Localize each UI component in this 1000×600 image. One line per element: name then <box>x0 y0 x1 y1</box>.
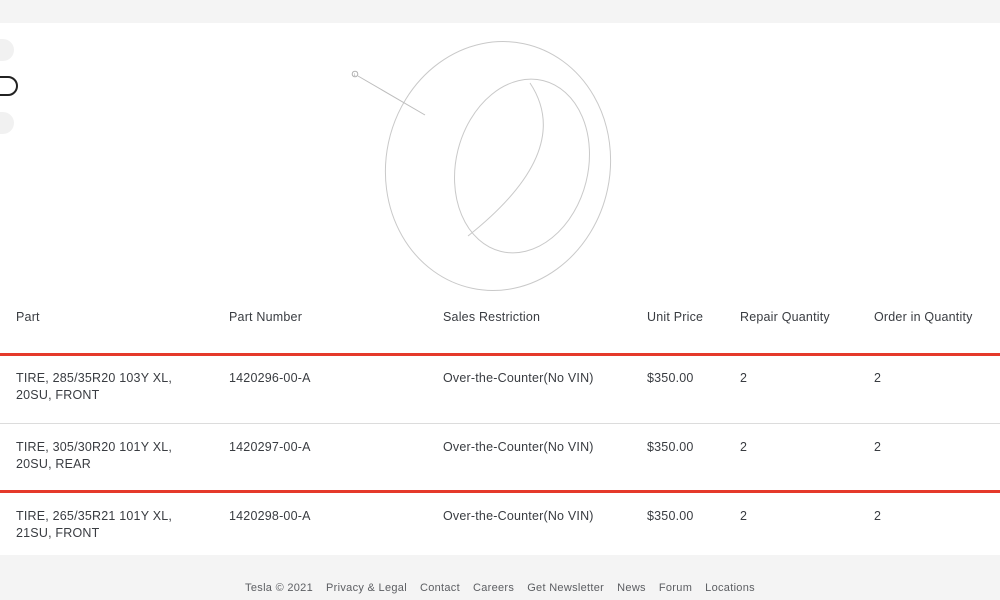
callout-leader-line <box>357 75 426 116</box>
part-number: 1420297-00-A <box>229 440 311 454</box>
order-quantity: 2 <box>874 371 882 385</box>
part-line-1: TIRE, 265/35R21 101Y XL, <box>16 509 173 523</box>
unit-price: $350.00 <box>647 371 694 385</box>
sales-restriction: Over-the-Counter(No VIN) <box>443 509 594 523</box>
footer-copyright: Tesla © 2021 <box>245 581 314 594</box>
part-line-1: TIRE, 305/30R20 101Y XL, <box>16 440 173 454</box>
repair-quantity: 2 <box>740 440 748 454</box>
zoom-in-button[interactable] <box>0 39 14 61</box>
part-line-2: 20SU, REAR <box>16 457 91 471</box>
zoom-out-button[interactable] <box>0 112 14 134</box>
repair-quantity: 2 <box>740 371 748 385</box>
table-header-row: Part Part Number Sales Restriction Unit … <box>0 293 1000 355</box>
header-part[interactable]: Part <box>16 309 206 326</box>
footer-links: Tesla © 2021 Privacy & Legal Contact Car… <box>245 582 755 594</box>
table-row[interactable]: TIRE, 265/35R21 101Y XL, 21SU, FRONT 142… <box>0 493 1000 555</box>
sales-restriction: Over-the-Counter(No VIN) <box>443 440 594 454</box>
unit-price: $350.00 <box>647 440 694 454</box>
footer-link-forum[interactable]: Forum <box>659 582 692 594</box>
sales-restriction: Over-the-Counter(No VIN) <box>443 371 594 385</box>
part-description: TIRE, 305/30R20 101Y XL, 20SU, REAR <box>16 439 206 473</box>
tire-outer-outline <box>384 41 612 291</box>
part-number: 1420298-00-A <box>229 509 311 523</box>
part-line-2: 20SU, FRONT <box>16 388 100 402</box>
parts-table: Part Part Number Sales Restriction Unit … <box>0 293 1000 555</box>
footer-link-contact[interactable]: Contact <box>420 582 460 594</box>
part-line-1: TIRE, 285/35R20 103Y XL, <box>16 371 173 385</box>
header-unit-price[interactable]: Unit Price <box>647 309 737 326</box>
part-description: TIRE, 285/35R20 103Y XL, 20SU, FRONT <box>16 370 206 404</box>
header-part-number[interactable]: Part Number <box>229 309 429 326</box>
unit-price: $350.00 <box>647 509 694 523</box>
tire-diagram: 1 <box>340 31 640 291</box>
table-row[interactable]: TIRE, 285/35R20 103Y XL, 20SU, FRONT 142… <box>0 355 1000 424</box>
part-number: 1420296-00-A <box>229 371 311 385</box>
header-repair-quantity[interactable]: Repair Quantity <box>740 309 860 326</box>
site-footer: Tesla © 2021 Privacy & Legal Contact Car… <box>0 555 1000 600</box>
parts-panel: 1 Part Part Number Sales Restriction Uni… <box>0 23 1000 555</box>
table-row[interactable]: TIRE, 305/30R20 101Y XL, 20SU, REAR 1420… <box>0 424 1000 493</box>
header-sales-restriction[interactable]: Sales Restriction <box>443 309 643 326</box>
footer-link-news[interactable]: News <box>617 582 646 594</box>
footer-link-locations[interactable]: Locations <box>705 582 755 594</box>
footer-link-newsletter[interactable]: Get Newsletter <box>527 582 604 594</box>
callout-number: 1 <box>354 73 356 77</box>
header-order-quantity[interactable]: Order in Quantity <box>874 309 1000 326</box>
repair-quantity: 2 <box>740 509 748 523</box>
part-description: TIRE, 265/35R21 101Y XL, 21SU, FRONT <box>16 508 206 542</box>
footer-link-careers[interactable]: Careers <box>473 582 514 594</box>
tire-inner-rim <box>454 78 590 254</box>
top-strip <box>0 0 1000 23</box>
tire-illustration: 1 <box>351 41 612 291</box>
order-quantity: 2 <box>874 440 882 454</box>
footer-link-privacy-legal[interactable]: Privacy & Legal <box>326 582 407 594</box>
order-quantity: 2 <box>874 509 882 523</box>
reset-view-button[interactable] <box>0 76 18 96</box>
part-line-2: 21SU, FRONT <box>16 526 100 540</box>
